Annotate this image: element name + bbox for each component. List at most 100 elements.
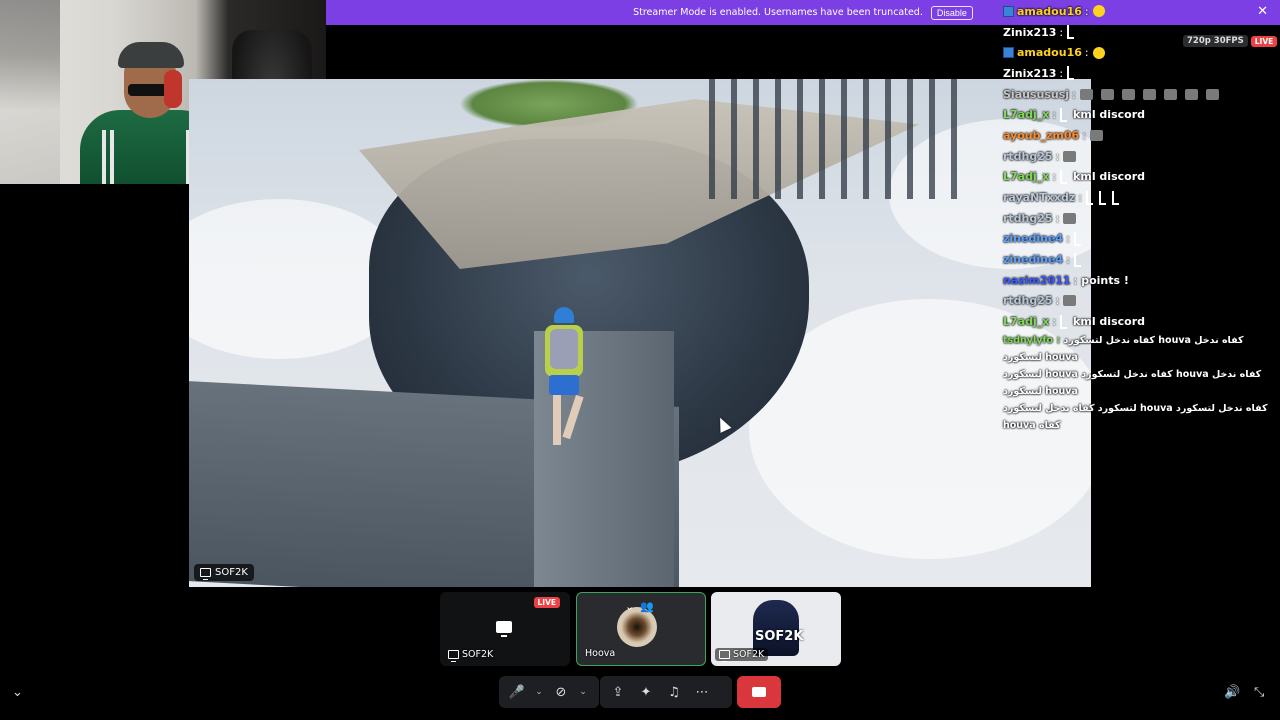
chat-username[interactable]: rayaNTxxdz xyxy=(1003,191,1075,204)
mic-options-chevron-icon[interactable]: ⌄ xyxy=(533,687,545,697)
participant-tile-sof2k[interactable]: SOF2K SOF2K xyxy=(711,592,841,666)
tile-label: SOF2K xyxy=(448,649,493,662)
screen-share-icon xyxy=(200,568,211,580)
volume-icon[interactable]: 🔊 xyxy=(1224,685,1240,700)
chat-text: لتسكورد houva كفاه ندخل لتسكورد houva كف… xyxy=(1003,369,1262,397)
chat-username[interactable]: nazim2011 xyxy=(1003,274,1071,287)
chat-message: tsdnylyfo : كفاه ندخل لتسكورد houva كفاه… xyxy=(1003,332,1280,366)
chat-message: L7adj_x: kml discord xyxy=(1003,104,1280,125)
chat-message: L7adj_x: kml discord xyxy=(1003,167,1280,188)
exit-fullscreen-icon[interactable]: ⤡ xyxy=(1254,685,1264,700)
stop-streaming-button[interactable] xyxy=(737,676,781,708)
disable-streamer-mode-button[interactable]: Disable xyxy=(930,5,973,20)
chat-message: لتسكورد houva كفاه ندخل لتسكورد houva كف… xyxy=(1003,366,1280,400)
l-emote-icon xyxy=(1060,107,1068,122)
chat-separator: : xyxy=(1066,253,1070,267)
stream-video[interactable]: SOF2K xyxy=(189,79,1091,587)
live-badge: LIVE xyxy=(533,597,560,608)
chat-username[interactable]: L7adj_x xyxy=(1003,108,1049,121)
activity-controls: ⇪ ✦ ♫ ⋯ xyxy=(600,676,732,708)
camera-options-chevron-icon[interactable]: ⌄ xyxy=(577,687,589,697)
chat-username[interactable]: zinedine4 xyxy=(1003,253,1063,266)
participant-tile-screen[interactable]: LIVE SOF2K xyxy=(440,592,570,666)
chat-message: L7adj_x: kml discord xyxy=(1003,311,1280,332)
l-emote-icon xyxy=(1112,190,1119,205)
chat-message: Siausususj: xyxy=(1003,84,1280,105)
emote-icon xyxy=(1089,129,1103,141)
chat-separator: : xyxy=(1055,211,1060,225)
chat-username[interactable]: amadou16 xyxy=(1017,5,1082,18)
chat-separator: : xyxy=(1082,128,1086,142)
chat-separator: : xyxy=(1052,315,1057,329)
microphone-icon[interactable]: 🎤 xyxy=(505,680,529,704)
l-emote-icon xyxy=(1060,314,1068,329)
chat-overlay: amadou16: Zinix213: amadou16: Zinix213: Siau… xyxy=(1003,1,1280,434)
chat-username[interactable]: rtdhg25 xyxy=(1003,212,1053,225)
screen-share-icon xyxy=(496,621,512,637)
chat-message: لتسكورد كفاه ندخل لتسكورد houva كفاه ندخ… xyxy=(1003,400,1280,434)
banner-text: Streamer Mode is enabled. Usernames have… xyxy=(633,7,923,18)
emote-icon xyxy=(1121,88,1135,100)
emote-icon xyxy=(1205,88,1219,100)
stop-stream-icon xyxy=(752,687,766,697)
avatar xyxy=(617,607,657,647)
chat-separator: : xyxy=(1059,66,1064,80)
chat-separator: : xyxy=(1052,108,1057,122)
chat-text: kml discord xyxy=(1073,315,1145,329)
chat-separator: : xyxy=(1084,4,1089,18)
chat-username[interactable]: rtdhg25 xyxy=(1003,294,1053,307)
chat-username[interactable]: zinedine4 xyxy=(1003,232,1063,245)
chat-message: zinedine4: xyxy=(1003,249,1280,270)
chat-separator: : xyxy=(1052,170,1057,184)
chat-badge-icon xyxy=(1003,5,1014,17)
share-screen-icon[interactable]: ⇪ xyxy=(606,680,630,704)
chat-message: ayoub_zm06: xyxy=(1003,125,1280,146)
users-icon[interactable]: 👥 xyxy=(640,600,654,613)
chat-message: Zinix213: xyxy=(1003,63,1280,84)
chat-message: rtdhg25: xyxy=(1003,208,1280,229)
voice-controls: 🎤 ⌄ ⊘ ⌄ xyxy=(499,676,599,708)
chat-username[interactable]: L7adj_x xyxy=(1003,170,1049,183)
chat-message: rtdhg25: xyxy=(1003,291,1280,312)
emote-icon xyxy=(1142,88,1156,100)
player-character xyxy=(539,307,589,477)
chat-text: points ! xyxy=(1081,273,1129,287)
more-options-icon[interactable]: ⋯ xyxy=(690,680,714,704)
emote-icon xyxy=(1163,88,1177,100)
collapse-chevron-icon[interactable]: ⌄ xyxy=(12,685,23,700)
chat-separator: : xyxy=(1084,46,1089,60)
emoji-emote-icon xyxy=(1092,5,1105,18)
chat-text: kml discord xyxy=(1073,170,1145,184)
railing xyxy=(709,79,969,199)
emoji-emote-icon xyxy=(1092,46,1105,59)
chat-username[interactable]: Siausususj xyxy=(1003,88,1069,101)
stream-owner-label: SOF2K xyxy=(194,564,254,581)
chat-username[interactable]: tsdnylyfo : xyxy=(1003,335,1063,346)
tile-controls: ⌄ 👥 xyxy=(625,600,654,613)
chat-username[interactable]: amadou16 xyxy=(1017,46,1082,59)
participant-tile-hoova[interactable]: ⌄ 👥 Hoova xyxy=(576,592,706,666)
chat-text: لتسكورد كفاه ندخل لتسكورد houva كفاه ندخ… xyxy=(1003,403,1268,431)
chat-text: kml discord xyxy=(1073,108,1145,122)
screen-share-icon xyxy=(448,650,459,662)
l-emote-icon xyxy=(1086,190,1093,205)
emote-icon xyxy=(1079,88,1093,100)
soundboard-icon[interactable]: ♫ xyxy=(662,680,686,704)
webcam-wall xyxy=(0,0,60,184)
chat-separator: : xyxy=(1055,149,1060,163)
chat-username[interactable]: rtdhg25 xyxy=(1003,150,1053,163)
activities-icon[interactable]: ✦ xyxy=(634,680,658,704)
chat-username[interactable]: ayoub_zm06 xyxy=(1003,129,1079,142)
chat-username[interactable]: L7adj_x xyxy=(1003,315,1049,328)
emote-icon xyxy=(1063,150,1077,162)
chat-username[interactable]: Zinix213 xyxy=(1003,67,1056,80)
emote-icon xyxy=(1063,295,1077,307)
chat-message: rayaNTxxdz: xyxy=(1003,187,1280,208)
l-emote-icon xyxy=(1099,190,1106,205)
avatar-logo-text: SOF2K xyxy=(755,629,804,644)
tile-label: Hoova xyxy=(585,648,616,659)
camera-off-icon[interactable]: ⊘ xyxy=(549,680,573,704)
chat-username[interactable]: Zinix213 xyxy=(1003,26,1056,39)
chat-message: nazim2011: points ! xyxy=(1003,270,1280,291)
chevron-down-icon[interactable]: ⌄ xyxy=(625,600,634,613)
